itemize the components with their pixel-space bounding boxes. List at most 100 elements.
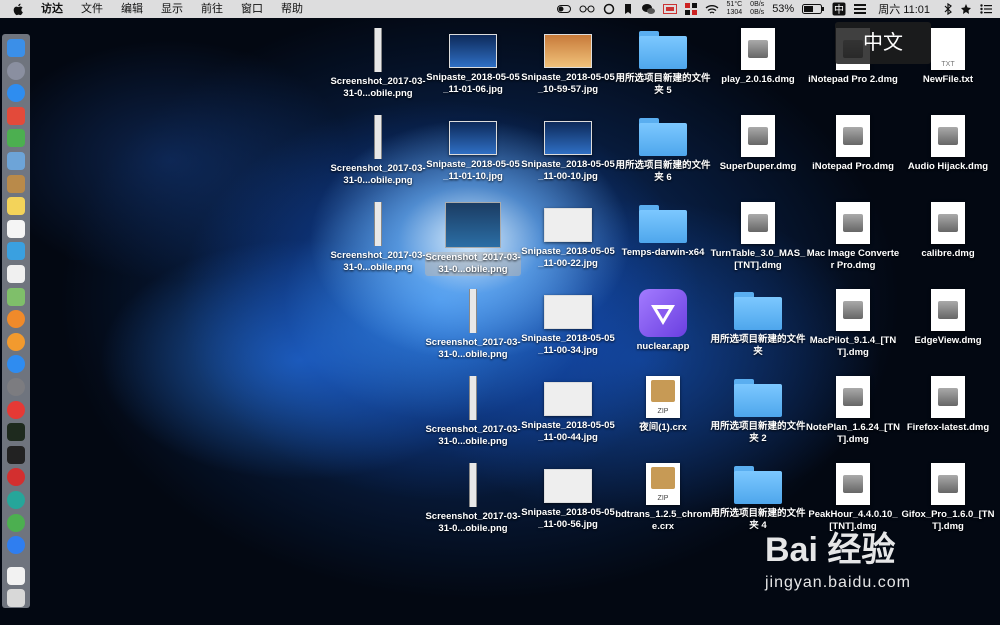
desktop-file-item[interactable]: Screenshot_2017-03-31-0...obile.png xyxy=(330,28,426,100)
image-thumbnail-icon xyxy=(520,208,616,242)
battery-icon[interactable] xyxy=(802,0,825,18)
wechat-status-icon[interactable] xyxy=(641,0,655,18)
desktop-file-label: iNotepad Pro 2.dmg xyxy=(808,74,898,85)
input-method-indicator: 中文 xyxy=(835,22,931,64)
desktop-file-item[interactable]: Snipaste_2018-05-05_10-59-57.jpg xyxy=(520,28,616,96)
preview-icon[interactable] xyxy=(7,152,25,170)
desktop-file-item[interactable]: Screenshot_2017-03-31-0...obile.png xyxy=(425,376,521,448)
terminal-icon[interactable] xyxy=(7,445,25,464)
desktop-file-item[interactable]: TurnTable_3.0_MAS_[TNT].dmg xyxy=(710,202,806,272)
cpu-temp-readout[interactable]: 51°C 1304 xyxy=(727,0,743,18)
desktop-file-item[interactable]: Snipaste_2018-05-05_11-00-34.jpg xyxy=(520,289,616,357)
desktop-file-item[interactable]: Mac Image Converter Pro.dmg xyxy=(805,202,901,272)
menu-view[interactable]: 显示 xyxy=(152,0,192,18)
menu-list-icon[interactable] xyxy=(854,0,867,18)
alfred-hat-icon[interactable] xyxy=(960,0,972,18)
menu-file[interactable]: 文件 xyxy=(72,0,112,18)
books-icon[interactable] xyxy=(7,332,25,351)
safari-icon[interactable] xyxy=(7,84,25,103)
image-file-icon xyxy=(330,202,426,246)
image-thumbnail-icon xyxy=(425,34,521,68)
finder-search-icon[interactable] xyxy=(7,242,25,261)
disk-image-icon xyxy=(900,376,996,418)
network-speed-readout[interactable]: 0B/s 0B/s xyxy=(750,0,764,18)
desktop-file-item[interactable]: 用所选项目新建的文件夹 xyxy=(710,289,806,358)
desktop-file-item[interactable]: SuperDuper.dmg xyxy=(710,115,806,173)
desktop-file-item[interactable]: Screenshot_2017-03-31-0...obile.png xyxy=(425,463,521,535)
nettoolbox-icon[interactable] xyxy=(7,106,25,125)
desktop-file-item[interactable]: Snipaste_2018-05-05_11-00-56.jpg xyxy=(520,463,616,531)
notes-brown-icon[interactable] xyxy=(7,174,25,193)
desktop-file-item[interactable]: ZIP 夜间(1).crx xyxy=(615,376,711,434)
menu-edit[interactable]: 编辑 xyxy=(112,0,152,18)
notes-icon[interactable] xyxy=(7,197,25,216)
desktop-file-item[interactable]: Screenshot_2017-03-31-0...obile.png xyxy=(425,202,521,276)
trash-icon[interactable] xyxy=(7,589,25,608)
desktop-file-item[interactable]: EdgeView.dmg xyxy=(900,289,996,347)
finder-icon[interactable] xyxy=(7,39,25,57)
wechat-icon[interactable] xyxy=(7,513,25,532)
grid-app-icon[interactable] xyxy=(684,0,697,18)
desktop-file-item[interactable]: Snipaste_2018-05-05_11-00-44.jpg xyxy=(520,376,616,444)
battery-percent[interactable]: 53% xyxy=(772,0,794,18)
menu-help[interactable]: 帮助 xyxy=(272,0,312,18)
document-icon[interactable] xyxy=(7,566,25,585)
desktop-file-item[interactable]: PeakHour_4.4.0.10_[TNT].dmg xyxy=(805,463,901,533)
calendar-icon[interactable] xyxy=(7,219,25,238)
desktop-file-item[interactable]: 用所选项目新建的文件夹 2 xyxy=(710,376,806,445)
desktop-file-item[interactable]: Audio Hijack.dmg xyxy=(900,115,996,173)
desktop-file-item[interactable]: Snipaste_2018-05-05_11-01-10.jpg xyxy=(425,115,521,183)
wifi-icon[interactable] xyxy=(705,0,719,18)
desktop-file-item[interactable]: Temps-darwin-x64 xyxy=(615,202,711,259)
desktop-file-item[interactable]: Screenshot_2017-03-31-0...obile.png xyxy=(330,115,426,187)
bluetooth-icon[interactable] xyxy=(944,0,952,18)
menu-app-name[interactable]: 访达 xyxy=(32,0,72,18)
image-file-icon xyxy=(425,376,521,420)
desktop-file-item[interactable]: NotePlan_1.6.24_[TNT].dmg xyxy=(805,376,901,446)
desktop-file-item[interactable]: 用所选项目新建的文件夹 6 xyxy=(615,115,711,184)
desktop-file-item[interactable]: MacPilot_9.1.4_[TNT].dmg xyxy=(805,289,901,359)
input-source-icon[interactable]: 中 xyxy=(832,0,846,18)
desktop-file-item[interactable]: Screenshot_2017-03-31-0...obile.png xyxy=(425,289,521,361)
desktop-file-item[interactable]: Snipaste_2018-05-05_11-00-22.jpg xyxy=(520,202,616,270)
desktop-file-item[interactable]: Screenshot_2017-03-31-0...obile.png xyxy=(330,202,426,274)
menu-window[interactable]: 窗口 xyxy=(232,0,272,18)
toggle-icon[interactable] xyxy=(556,0,571,18)
folder-icon xyxy=(615,31,711,69)
paste-icon[interactable] xyxy=(623,0,633,18)
desktop-file-item[interactable]: 用所选项目新建的文件夹 4 xyxy=(710,463,806,532)
notification-center-icon[interactable] xyxy=(980,0,992,18)
desktop-file-item[interactable]: Gifox_Pro_1.6.0_[TNT].dmg xyxy=(900,463,996,533)
netease-music-icon[interactable] xyxy=(7,468,25,487)
screen-icon[interactable] xyxy=(662,0,677,18)
vivaldi-icon[interactable] xyxy=(7,400,25,419)
activity-monitor-icon[interactable] xyxy=(7,423,25,442)
desktop-file-item[interactable]: play_2.0.16.dmg xyxy=(710,28,806,86)
baidu-netdisk-icon[interactable] xyxy=(7,536,25,555)
menu-go[interactable]: 前往 xyxy=(192,0,232,18)
dock xyxy=(2,34,30,608)
menubar-clock[interactable]: 周六 11:01 xyxy=(878,1,930,17)
maps-icon[interactable] xyxy=(7,287,25,306)
reminders-icon[interactable] xyxy=(7,265,25,283)
desktop-file-item[interactable]: nuclear.app xyxy=(615,289,711,353)
launchpad-icon[interactable] xyxy=(7,61,25,80)
desktop-file-item[interactable]: Snipaste_2018-05-05_11-00-10.jpg xyxy=(520,115,616,183)
desktop-file-item[interactable]: Firefox-latest.dmg xyxy=(900,376,996,434)
fan-rpm-value: 1304 xyxy=(726,9,743,16)
desktop-file-label: Snipaste_2018-05-05_10-59-57.jpg xyxy=(521,72,615,95)
photos-icon[interactable] xyxy=(7,310,25,329)
glasses-icon[interactable] xyxy=(579,0,595,18)
android-studio-icon[interactable] xyxy=(7,129,25,148)
desktop-file-item[interactable]: 用所选项目新建的文件夹 5 xyxy=(615,28,711,97)
desktop-file-item[interactable]: iNotepad Pro.dmg xyxy=(805,115,901,173)
apple-icon[interactable] xyxy=(12,3,24,16)
desktop-file-item[interactable]: ZIP bdtrans_1.2.5_chrome.crx xyxy=(615,463,711,533)
desktop-file-item[interactable]: Snipaste_2018-05-05_11-01-06.jpg xyxy=(425,28,521,96)
sync-icon[interactable] xyxy=(603,0,615,18)
desktop-file-label: NotePlan_1.6.24_[TNT].dmg xyxy=(806,422,900,445)
desktop-file-item[interactable]: calibre.dmg xyxy=(900,202,996,260)
system-preferences-icon[interactable] xyxy=(7,378,25,396)
teal-app-icon[interactable] xyxy=(7,491,25,509)
app-store-icon[interactable] xyxy=(7,355,25,374)
